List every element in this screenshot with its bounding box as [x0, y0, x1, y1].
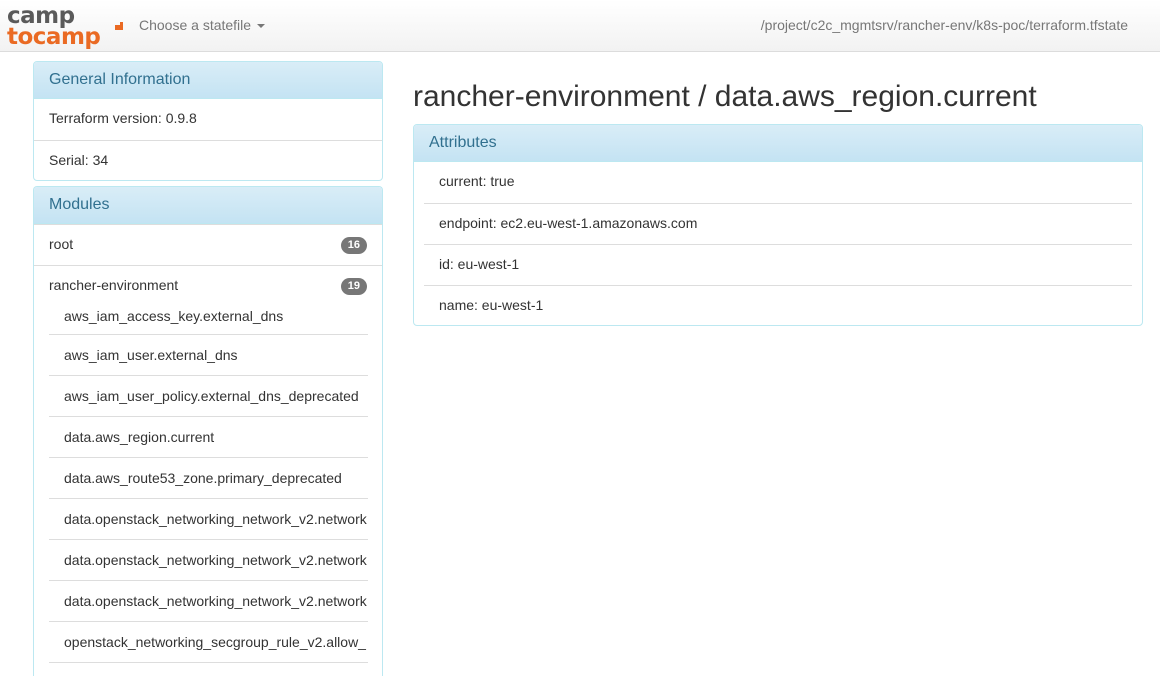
- resource-item-active[interactable]: data.aws_region.current: [49, 417, 368, 458]
- attribute-row: id: eu-west-1: [424, 244, 1132, 285]
- resource-item[interactable]: data.openstack_networking_network_v2.net…: [49, 499, 368, 540]
- panel-heading: General Information: [34, 62, 382, 99]
- statefile-dropdown-label: Choose a statefile: [139, 17, 252, 33]
- resource-item[interactable]: aws_iam_access_key.external_dns: [49, 305, 368, 335]
- resource-item[interactable]: aws_iam_user.external_dns: [49, 335, 368, 376]
- serial: Serial: 34: [34, 140, 382, 180]
- logo-mark-icon: [115, 22, 123, 30]
- statefile-dropdown[interactable]: Choose a statefile: [139, 17, 266, 33]
- navbar: camp tocamp Choose a statefile /project/…: [0, 0, 1160, 52]
- terraform-version: Terraform version: 0.9.8: [49, 110, 197, 126]
- logo-line-2: tocamp: [7, 24, 101, 50]
- panel-heading: Modules: [34, 187, 382, 224]
- resource-item[interactable]: aws_iam_user_policy.external_dns_depreca…: [49, 376, 368, 417]
- resource-count-badge: 19: [340, 278, 367, 295]
- attributes-panel: Attributes current: true endpoint: ec2.e…: [413, 124, 1143, 326]
- attribute-row: name: eu-west-1: [424, 285, 1132, 325]
- module-root[interactable]: root 16: [34, 224, 382, 265]
- resource-item[interactable]: data.openstack_networking_network_v2.net…: [49, 540, 368, 581]
- resource-item[interactable]: openstack_networking_secgroup_rule_v2.al…: [49, 622, 368, 663]
- module-label: root: [49, 236, 74, 252]
- resource-count-badge: 16: [340, 237, 367, 254]
- statefile-path: /project/c2c_mgmtsrv/rancher-env/k8s-poc…: [760, 17, 1128, 33]
- page-title: rancher-environment / data.aws_region.cu…: [413, 80, 1037, 113]
- resource-item[interactable]: data.aws_route53_zone.primary_deprecated: [49, 458, 368, 499]
- general-information-panel: General Information Terraform version: 0…: [33, 61, 383, 181]
- resource-item[interactable]: data.openstack_networking_network_v2.net…: [49, 581, 368, 622]
- attribute-row: current: true: [439, 173, 515, 189]
- camptocamp-logo[interactable]: camp tocamp: [7, 4, 123, 50]
- panel-heading: Attributes: [414, 125, 1142, 162]
- attribute-row: endpoint: ec2.eu-west-1.amazonaws.com: [424, 203, 1132, 244]
- module-label: rancher-environment: [49, 277, 179, 293]
- modules-panel: Modules root 16 rancher-environment 19 a…: [33, 186, 383, 676]
- caret-down-icon: [257, 24, 266, 29]
- module-rancher-environment[interactable]: rancher-environment 19 aws_iam_access_ke…: [34, 265, 382, 663]
